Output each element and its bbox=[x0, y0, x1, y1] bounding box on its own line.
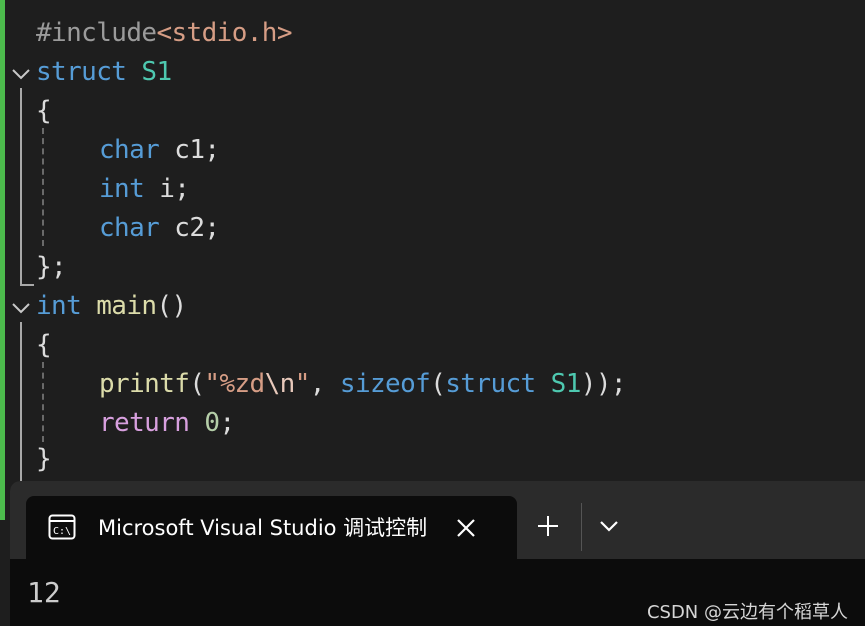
function-name: main bbox=[96, 291, 157, 321]
code-line-2: struct S1 bbox=[36, 53, 172, 92]
svg-text:C:\: C:\ bbox=[53, 526, 71, 537]
terminal-tab-strip: C:\ Microsoft Visual Studio 调试控制台 bbox=[10, 481, 865, 559]
code-line-6: char c2; bbox=[99, 213, 220, 243]
string-literal: "%zd bbox=[204, 369, 265, 399]
console-icon: C:\ bbox=[48, 514, 76, 540]
fold-toggle-main[interactable] bbox=[10, 296, 32, 318]
chevron-down-icon[interactable] bbox=[598, 517, 620, 535]
include-path: <stdio.h> bbox=[156, 18, 292, 48]
keyword: int bbox=[36, 291, 82, 321]
code-editor[interactable]: #include<stdio.h> struct S1 { char c1; i… bbox=[0, 0, 865, 520]
type-name: S1 bbox=[550, 369, 582, 399]
watermark: CSDN @云边有个稻草人 bbox=[646, 602, 848, 623]
preprocessor-directive: #include bbox=[36, 18, 157, 48]
keyword: struct bbox=[445, 369, 536, 399]
keyword: return bbox=[99, 408, 190, 438]
chevron-down-icon bbox=[12, 303, 30, 314]
code-line-7: }; bbox=[36, 252, 67, 282]
code-line-3: { bbox=[36, 96, 52, 126]
keyword: char bbox=[99, 213, 160, 243]
tab-separator bbox=[581, 503, 582, 551]
git-change-indicator bbox=[0, 0, 5, 520]
scope-guide-struct-end bbox=[20, 284, 34, 286]
chevron-down-icon bbox=[12, 69, 30, 80]
type-name: S1 bbox=[141, 57, 172, 87]
code-line-4: char c1; bbox=[99, 135, 220, 165]
keyword: char bbox=[99, 135, 160, 165]
number-literal: 0 bbox=[204, 408, 220, 438]
close-icon[interactable] bbox=[454, 516, 478, 540]
code-line-9: { bbox=[36, 330, 52, 360]
program-output: 12 bbox=[27, 576, 61, 609]
code-line-12: } bbox=[36, 444, 52, 474]
code-line-10: printf("%zd\n", sizeof(struct S1)); bbox=[99, 369, 627, 399]
plus-icon[interactable] bbox=[536, 514, 560, 538]
terminal-tab[interactable]: C:\ Microsoft Visual Studio 调试控制台 bbox=[26, 496, 517, 559]
code-line-5: int i; bbox=[99, 174, 190, 204]
escape-sequence: \n bbox=[264, 369, 296, 399]
code-line-8: int main() bbox=[36, 291, 187, 321]
keyword: struct bbox=[36, 57, 127, 87]
code-line-11: return 0; bbox=[99, 408, 235, 438]
code-line-1: #include<stdio.h> bbox=[36, 14, 293, 53]
keyword: sizeof bbox=[339, 369, 431, 399]
fold-toggle-struct[interactable] bbox=[10, 62, 32, 84]
indent-guide-struct bbox=[42, 128, 44, 246]
scope-guide-struct bbox=[20, 88, 22, 286]
keyword: int bbox=[99, 174, 145, 204]
terminal-tab-title: Microsoft Visual Studio 调试控制台 bbox=[98, 516, 428, 540]
function-name: printf bbox=[99, 369, 190, 399]
indent-guide-main bbox=[42, 362, 44, 442]
